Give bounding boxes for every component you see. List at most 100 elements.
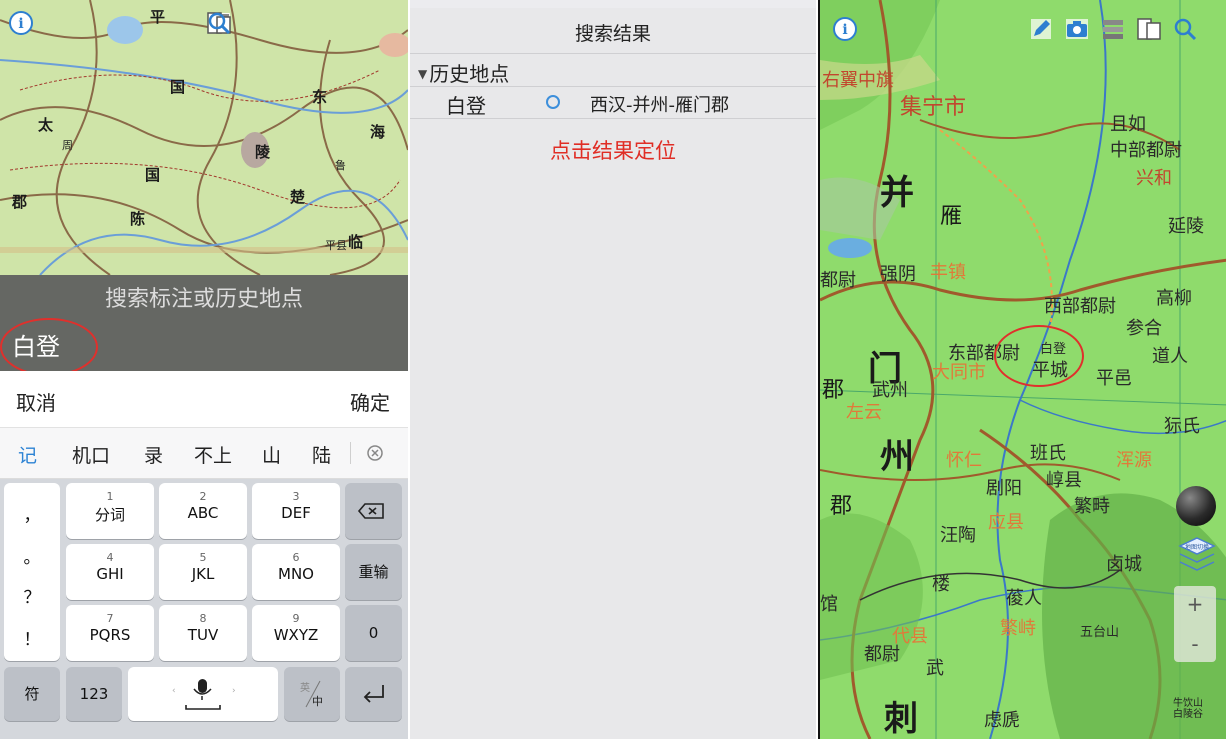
candidate-word[interactable]: 不上 [194,441,232,468]
hint-text: 点击结果定位 [550,139,676,163]
candidate-word[interactable]: 录 [144,441,163,468]
key-2[interactable]: 2 ABC [159,483,247,539]
map-label: 国 [145,166,161,184]
map-label: 强阴 [880,264,916,285]
cancel-button[interactable]: 取消 [16,387,56,416]
zoom-in-button[interactable]: + [1174,592,1216,616]
symbol-key[interactable]: ？ [4,583,60,608]
map-label: 刺 [884,699,918,739]
language-toggle-key[interactable]: 英 中 [284,667,340,721]
map-label: 州 [880,437,914,477]
map-label: 郡 [822,378,845,403]
divider [350,442,351,464]
key-6[interactable]: 6 MNO [252,544,340,600]
section-title: 历史地点 [429,62,510,86]
return-key[interactable] [345,667,402,721]
camera-icon[interactable] [208,10,272,40]
map-label: 陈 [130,210,146,228]
zoom-control: + - [1174,586,1216,662]
compare-icon[interactable] [207,10,344,40]
camera-icon[interactable] [1062,14,1092,44]
map-label: 周 [62,139,73,152]
layers-icon: 地图切换 [1178,537,1216,571]
clear-candidates-icon[interactable] [362,440,388,466]
map-label: 狋氏 [1164,416,1200,437]
layers-stack-icon[interactable] [1098,14,1128,44]
status-strip [410,0,816,8]
map-label: 雁 [940,204,963,229]
map-label: 且如 [1110,114,1146,135]
info-icon[interactable]: i [8,10,38,40]
key-1[interactable]: 1 分词 [66,483,154,539]
search-icon[interactable] [1170,14,1200,44]
number-mode-key[interactable]: 123 [66,667,122,721]
map-toolbar [1026,14,1200,44]
divider [410,118,816,119]
map-label: 丰镇 [930,262,966,283]
info-icon[interactable]: i [830,14,860,44]
map-label: 卤城 [1106,554,1142,575]
map-label: 中部都尉 [1110,140,1182,161]
svg-text:›: › [232,686,236,696]
symbol-mode-key[interactable]: 符 [4,667,60,721]
divider [410,53,816,54]
symbol-key[interactable]: ， [4,501,60,526]
key-3[interactable]: 3 DEF [252,483,340,539]
svg-text:i: i [842,22,847,38]
map-label: 楼 [932,574,950,595]
confirm-button[interactable]: 确定 [350,387,390,416]
symbol-column: ， 。 ？ ！ [4,483,60,661]
zero-key[interactable]: 0 [345,605,402,661]
key-9[interactable]: 9 WXYZ [252,605,340,661]
map-label: 西部都尉 [1044,296,1116,317]
globe-icon[interactable] [1176,486,1216,526]
map-label: 左云 [846,402,882,423]
map-label: 鲁 [335,159,346,172]
search-screen: 平 东 海 国 郡 楚 临 陈 太 周 平县 陵 鲁 国 i 搜索标注或历史地点… [0,0,408,739]
map-label: 剧阳 [986,478,1022,499]
backspace-key[interactable] [345,483,402,539]
location-dot-icon [546,95,560,109]
svg-text:i: i [18,16,23,32]
key-8[interactable]: 8 TUV [159,605,247,661]
key-5[interactable]: 5 JKL [159,544,247,600]
map-label: 武州 [872,380,908,401]
slash-icon [305,680,321,708]
map-label: 浑源 [1116,450,1152,471]
candidate-word[interactable]: 山 [262,441,281,468]
map-switch-button[interactable]: 地图切换 [1176,532,1218,576]
key-4[interactable]: 4 GHI [66,544,154,600]
map-view-left[interactable]: 平 东 海 国 郡 楚 临 陈 太 周 平县 陵 鲁 国 i [0,0,408,275]
collapse-triangle-icon: ▼ [418,67,428,81]
result-row[interactable]: 白登 西汉-并州-雁门郡 [410,88,816,118]
candidate-word[interactable]: 记 [18,441,37,468]
map-label: 都尉 [820,270,856,291]
candidate-bar: 记 机口 录 不上 山 陆 [0,427,408,479]
map-label: 海 [370,123,386,141]
map-label: 并 [880,173,914,213]
result-location: 西汉-并州-雁门郡 [590,95,729,116]
map-label: 班氏 [1030,443,1066,464]
pencil-icon[interactable] [1026,14,1056,44]
search-icon[interactable] [208,10,380,40]
section-header[interactable]: ▼ 历史地点 [418,58,509,87]
map-label: 怀仁 [946,450,982,471]
symbol-key[interactable]: 。 [4,543,60,568]
key-7[interactable]: 7 PQRS [66,605,154,661]
map-label: 郡 [12,193,28,211]
map-label: 平县 [325,239,347,252]
space-key[interactable]: ‹ › [128,667,278,721]
map-label: 楚 [290,188,306,206]
layers-stack-icon[interactable] [209,10,308,40]
map-view-right[interactable]: 右翼中旗 集宁市 且如 中部都尉 兴和 并 雁 延陵 强阴 丰镇 都尉 西部都尉… [818,0,1226,739]
map-label: 都尉 [864,644,900,665]
zoom-out-button[interactable]: - [1174,632,1216,656]
candidate-word[interactable]: 机口 [72,441,110,468]
candidate-word[interactable]: 陆 [312,441,331,468]
map-label: 平 [150,8,166,26]
map-label: 繁畤 [1074,496,1110,517]
symbol-key[interactable]: ！ [4,625,60,650]
compare-icon[interactable] [1134,14,1164,44]
map-label: 国 [170,78,186,96]
retype-key[interactable]: 重输 [345,544,402,600]
